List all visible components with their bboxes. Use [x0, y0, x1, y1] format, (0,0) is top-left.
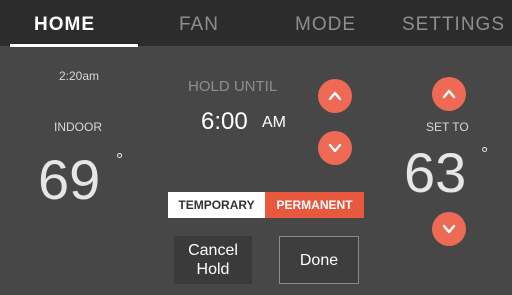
setpoint-down-button[interactable]	[432, 212, 466, 246]
chevron-down-icon	[442, 224, 456, 234]
set-to-label: SET TO	[426, 120, 469, 134]
done-button[interactable]: Done	[279, 236, 359, 284]
cancel-hold-button[interactable]: Cancel Hold	[174, 236, 252, 284]
tab-fan[interactable]: FAN	[179, 14, 219, 36]
tab-settings[interactable]: SETTINGS	[402, 14, 505, 36]
current-time: 2:20am	[59, 69, 100, 83]
indoor-temperature: 69	[38, 148, 101, 211]
permanent-hold-option[interactable]: PERMANENT	[265, 192, 364, 218]
indoor-label: INDOOR	[54, 120, 102, 134]
chevron-down-icon	[328, 143, 342, 153]
hold-until-ampm: AM	[262, 114, 286, 131]
cancel-hold-label-line2: Hold	[196, 261, 230, 278]
tab-bar: HOME FAN MODE SETTINGS	[0, 0, 512, 47]
hold-time-up-button[interactable]	[318, 79, 352, 113]
setpoint-degree-symbol: °	[481, 144, 489, 164]
hold-until-label: HOLD UNTIL	[188, 78, 278, 95]
cancel-hold-label-line1: Cancel	[188, 242, 238, 259]
setpoint-up-button[interactable]	[432, 77, 466, 111]
indoor-degree-symbol: °	[116, 150, 124, 170]
setpoint-temperature: 63	[404, 141, 467, 204]
temporary-hold-option[interactable]: TEMPORARY	[168, 192, 265, 218]
chevron-up-icon	[328, 91, 342, 101]
hold-until-time: 6:00	[201, 108, 248, 135]
chevron-up-icon	[442, 89, 456, 99]
tab-home[interactable]: HOME	[34, 14, 95, 36]
tab-mode[interactable]: MODE	[295, 14, 356, 36]
hold-time-down-button[interactable]	[318, 131, 352, 165]
